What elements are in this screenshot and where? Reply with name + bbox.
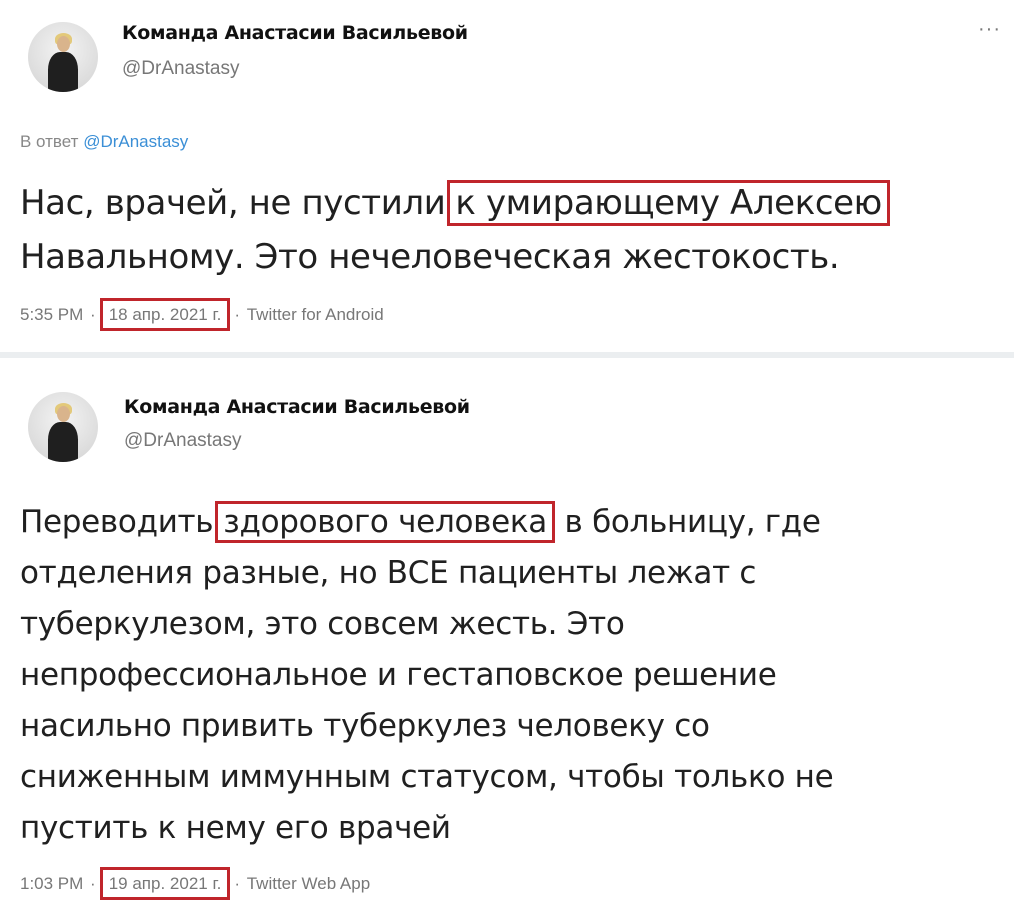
reply-to-link[interactable]: @DrAnastasy [83,132,188,151]
tweet-text-start: Нас, врачей, не пустили [20,183,446,223]
author-handle[interactable]: @DrAnastasy [122,58,240,80]
tweet-text-end: Навальному. Это нечеловеческая жестокост… [20,237,840,277]
tweet-text: Нас, врачей, не пустили к умирающему Алек… [20,176,1010,284]
author-handle[interactable]: @DrAnastasy [124,430,242,452]
highlighted-phrase: к умирающему Алексею [447,180,890,226]
tweet-date[interactable]: 18 апр. 2021 г. [99,298,231,331]
tweet-source[interactable]: Twitter for Android [247,305,384,324]
highlighted-phrase: здорового человека [215,501,555,543]
tweet-date[interactable]: 19 апр. 2021 г. [99,867,231,900]
tweet-source[interactable]: Twitter Web App [247,874,370,893]
tweet-meta: 1:03 PM · 19 апр. 2021 г. · Twitter Web Ap… [20,867,370,900]
author-name[interactable]: Команда Анастасии Васильевой [122,22,468,44]
author-avatar[interactable] [28,392,98,462]
more-options-icon[interactable]: ··· [978,18,1001,41]
tweet-text-start: Переводить [20,504,214,540]
tweet-meta: 5:35 PM · 18 апр. 2021 г. · Twitter for An… [20,298,384,331]
reply-prefix: В ответ [20,132,79,151]
tweet-text-line-0: в больницу, где [564,504,821,540]
reply-context: В ответ @DrAnastasy [20,132,188,152]
tweet-text-line-2: туберкулезом, это совсем жесть. Это [20,606,625,642]
tweet-text: Переводить здорового человека в больницу,… [20,497,1010,854]
tweet-text-line-4: насильно привить туберкулез человеку со [20,708,710,744]
tweet-time[interactable]: 1:03 PM [20,874,83,893]
tweet-1[interactable]: Команда Анастасии Васильевой @DrAnastasy… [0,0,1014,352]
tweet-text-line-3: непрофессиональное и гестаповское решени… [20,657,777,693]
tweet-text-line-1: отделения разные, но ВСЕ пациенты лежат … [20,555,757,591]
tweet-time[interactable]: 5:35 PM [20,305,83,324]
tweet-text-line-5: сниженным иммунным статусом, чтобы тольк… [20,759,834,795]
author-avatar[interactable] [28,22,98,92]
tweet-text-line-6: пустить к нему его врачей [20,810,451,846]
author-name[interactable]: Команда Анастасии Васильевой [124,396,470,418]
